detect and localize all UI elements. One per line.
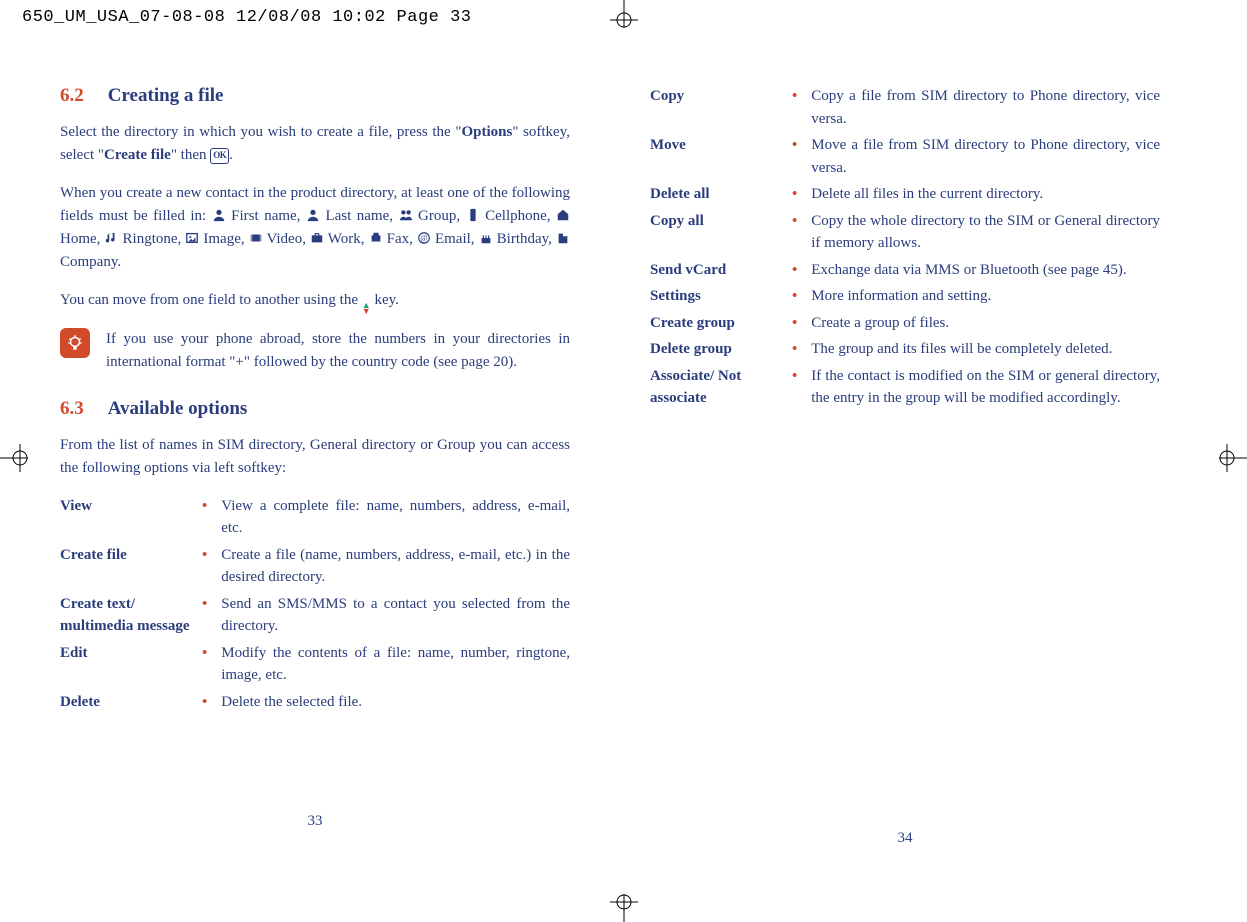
person-icon: [212, 208, 226, 222]
option-term: Create group: [650, 312, 780, 335]
option-term: View: [60, 495, 190, 540]
option-row: Delete group • The group and its files w…: [650, 338, 1160, 361]
section-title: Available options: [108, 398, 248, 420]
home-icon: [556, 208, 570, 222]
page-spread: 6.2 Creating a file Select the directory…: [0, 35, 1247, 867]
option-desc: Copy a file from SIM directory to Phone …: [811, 85, 1160, 130]
cellphone-icon: [466, 208, 480, 222]
work-icon: [310, 231, 324, 245]
option-term: Copy: [650, 85, 780, 130]
option-row: Move • Move a file from SIM directory to…: [650, 134, 1160, 179]
option-row: Associate/ Not associate • If the contac…: [650, 365, 1160, 410]
bullet-icon: •: [792, 365, 797, 410]
bullet-icon: •: [792, 210, 797, 255]
bullet-icon: •: [202, 691, 207, 714]
option-row: Delete • Delete the selected file.: [60, 691, 570, 714]
option-row: Delete all • Delete all files in the cur…: [650, 183, 1160, 206]
bullet-icon: •: [202, 495, 207, 540]
bullet-icon: •: [202, 642, 207, 687]
tip-international-format: If you use your phone abroad, store the …: [60, 328, 570, 375]
image-icon: [185, 231, 199, 245]
page-34: Copy • Copy a file from SIM directory to…: [650, 85, 1160, 847]
option-desc: Modify the contents of a file: name, num…: [221, 642, 570, 687]
option-row: Copy • Copy a file from SIM directory to…: [650, 85, 1160, 130]
option-row: Send vCard • Exchange data via MMS or Bl…: [650, 259, 1160, 282]
option-term: Create text/ multimedia message: [60, 593, 190, 638]
bullet-icon: •: [792, 183, 797, 206]
section-number: 6.3: [60, 398, 84, 420]
page-33: 6.2 Creating a file Select the directory…: [60, 85, 570, 847]
option-desc: View a complete file: name, numbers, add…: [221, 495, 570, 540]
option-row: Create text/ multimedia message • Send a…: [60, 593, 570, 638]
option-term: Move: [650, 134, 780, 179]
option-desc: Exchange data via MMS or Bluetooth (see …: [811, 259, 1160, 282]
option-desc: Create a file (name, numbers, address, e…: [221, 544, 570, 589]
option-desc: The group and its files will be complete…: [811, 338, 1160, 361]
bullet-icon: •: [792, 312, 797, 335]
bullet-icon: •: [202, 593, 207, 638]
ok-key-icon: OK: [210, 148, 229, 164]
bullet-icon: •: [202, 544, 207, 589]
option-row: Settings • More information and setting.: [650, 285, 1160, 308]
option-term: Create file: [60, 544, 190, 589]
option-term: Delete group: [650, 338, 780, 361]
crop-mark-bottom-icon: [604, 882, 644, 922]
paragraph-navigate-fields: You can move from one field to another u…: [60, 289, 570, 314]
fax-icon: [369, 231, 383, 245]
bullet-icon: •: [792, 338, 797, 361]
option-term: Copy all: [650, 210, 780, 255]
svg-text:@: @: [420, 234, 427, 243]
birthday-icon: [479, 231, 493, 245]
option-term: Send vCard: [650, 259, 780, 282]
heading-6-3: 6.3 Available options: [60, 398, 570, 420]
crop-mark-right-icon: [1207, 438, 1247, 478]
page-number: 34: [650, 830, 1160, 847]
paragraph-select-directory: Select the directory in which you wish t…: [60, 121, 570, 168]
option-term: Delete: [60, 691, 190, 714]
section-title: Creating a file: [108, 85, 224, 107]
bullet-icon: •: [792, 134, 797, 179]
option-desc: If the contact is modified on the SIM or…: [811, 365, 1160, 410]
option-row: Create file • Create a file (name, numbe…: [60, 544, 570, 589]
option-row: Edit • Modify the contents of a file: na…: [60, 642, 570, 687]
video-icon: [249, 231, 263, 245]
person-icon: [306, 208, 320, 222]
option-desc: Send an SMS/MMS to a contact you selecte…: [221, 593, 570, 638]
company-icon: [556, 231, 570, 245]
paragraph-fields-list: When you create a new contact in the pro…: [60, 182, 570, 275]
bullet-icon: •: [792, 85, 797, 130]
options-list-left: View • View a complete file: name, numbe…: [60, 495, 570, 714]
option-row: Create group • Create a group of files.: [650, 312, 1160, 335]
bullet-icon: •: [792, 285, 797, 308]
tip-text: If you use your phone abroad, store the …: [106, 328, 570, 375]
option-term: Settings: [650, 285, 780, 308]
section-number: 6.2: [60, 85, 84, 107]
bullet-icon: •: [792, 259, 797, 282]
option-desc: Move a file from SIM directory to Phone …: [811, 134, 1160, 179]
heading-6-2: 6.2 Creating a file: [60, 85, 570, 107]
option-term: Edit: [60, 642, 190, 687]
option-desc: Delete the selected file.: [221, 691, 570, 714]
option-desc: Create a group of files.: [811, 312, 1160, 335]
ringtone-icon: [104, 231, 118, 245]
option-term: Delete all: [650, 183, 780, 206]
nav-key-icon: ▲▼: [362, 302, 371, 314]
option-row: Copy all • Copy the whole directory to t…: [650, 210, 1160, 255]
option-term: Associate/ Not associate: [650, 365, 780, 410]
options-list-right: Copy • Copy a file from SIM directory to…: [650, 85, 1160, 410]
option-desc: More information and setting.: [811, 285, 1160, 308]
crop-mark-left-icon: [0, 438, 40, 478]
group-icon: [399, 208, 413, 222]
crop-mark-top-icon: [604, 0, 644, 40]
option-row: View • View a complete file: name, numbe…: [60, 495, 570, 540]
page-number: 33: [60, 813, 570, 830]
option-desc: Delete all files in the current director…: [811, 183, 1160, 206]
option-desc: Copy the whole directory to the SIM or G…: [811, 210, 1160, 255]
email-icon: @: [417, 231, 431, 245]
lightbulb-icon: [60, 328, 90, 358]
paragraph-options-intro: From the list of names in SIM directory,…: [60, 434, 570, 481]
